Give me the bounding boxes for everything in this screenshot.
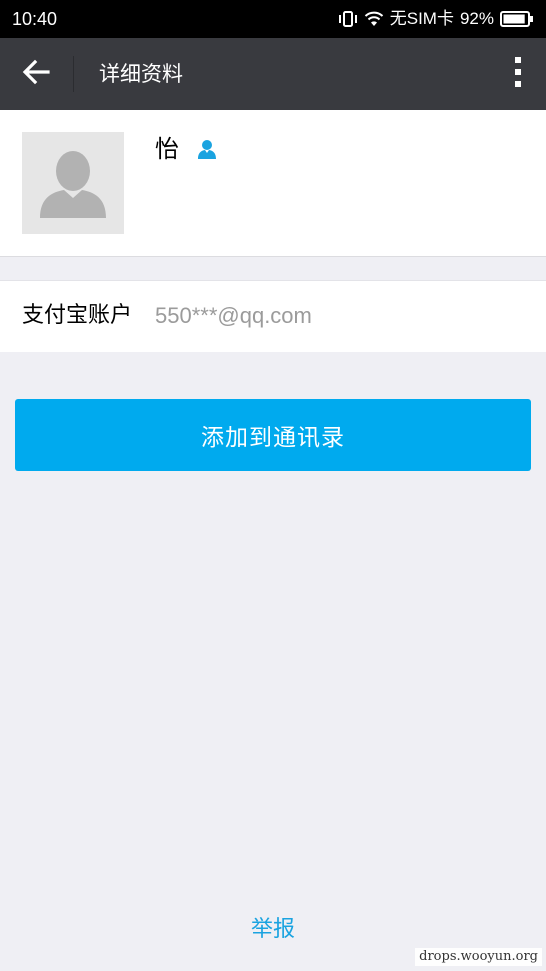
watermark: drops.wooyun.org xyxy=(415,948,542,966)
more-vertical-icon xyxy=(514,56,522,92)
status-icons: 无SIM卡 92% xyxy=(338,8,534,30)
vibrate-icon xyxy=(338,10,358,28)
carrier-text: 无SIM卡 xyxy=(389,9,454,28)
profile-card: 怡 xyxy=(0,110,546,257)
avatar[interactable] xyxy=(22,132,124,234)
account-row: 支付宝账户 550***@qq.com xyxy=(0,280,546,352)
page-title: 详细资料 xyxy=(99,62,183,86)
wifi-icon xyxy=(364,10,384,28)
navigation-header: 详细资料 xyxy=(0,38,546,110)
profile-name: 怡 xyxy=(155,135,179,163)
default-avatar-icon xyxy=(22,151,124,234)
account-label: 支付宝账户 xyxy=(22,303,133,328)
user-badge-icon xyxy=(195,137,219,161)
back-button[interactable] xyxy=(10,52,62,96)
battery-text: 92% xyxy=(459,9,494,28)
account-value: 550***@qq.com xyxy=(155,303,312,328)
status-bar: 10:40 无SIM卡 92% xyxy=(0,0,546,38)
header-divider xyxy=(73,56,74,92)
battery-icon xyxy=(500,11,534,27)
report-link[interactable]: 举报 xyxy=(0,912,546,948)
arrow-left-icon xyxy=(22,59,50,89)
more-options-button[interactable] xyxy=(506,56,530,92)
status-time: 10:40 xyxy=(12,9,58,29)
add-to-contacts-button[interactable]: 添加到通讯录 xyxy=(15,399,531,471)
